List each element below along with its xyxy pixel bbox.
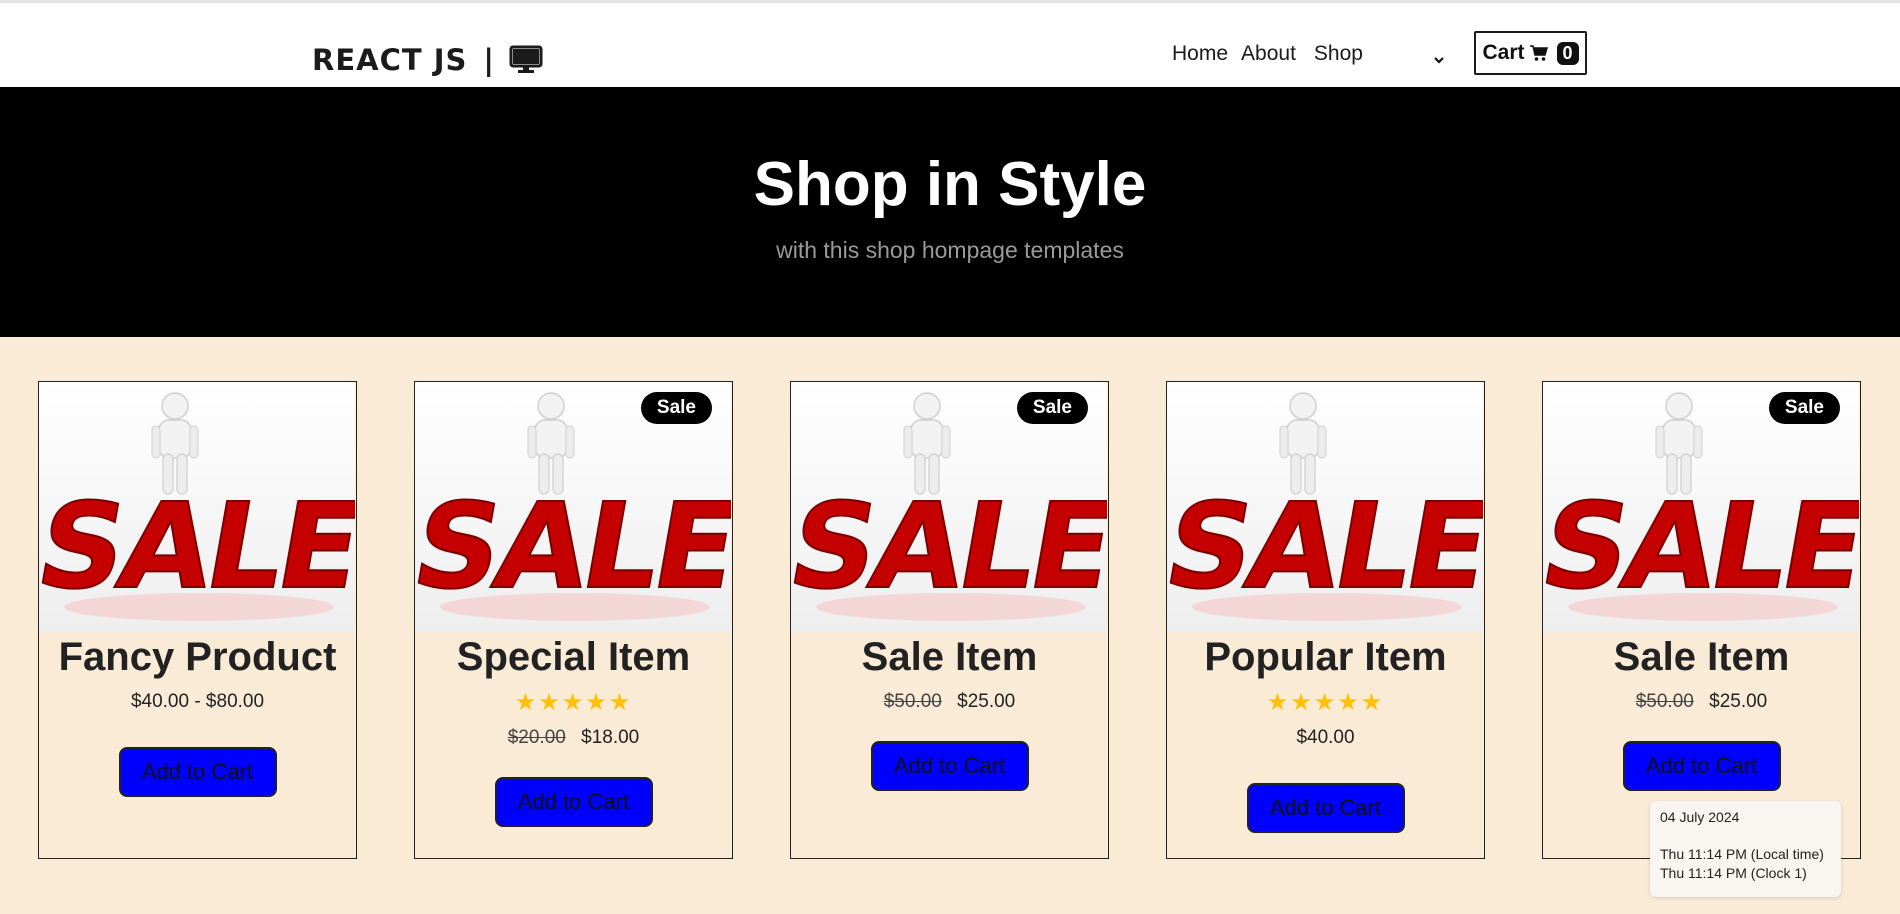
nav-shop-link[interactable]: Shop [1314,42,1363,66]
desktop-monitor-icon [509,45,543,75]
sale-badge: Sale [1016,392,1088,424]
svg-text:SALE: SALE [1543,479,1859,616]
hero-title: Shop in Style [753,150,1147,219]
old-price: $50.00 [1635,691,1694,712]
current-price: $18.00 [581,727,640,748]
sale-badge: Sale [1768,392,1840,424]
star-icon: ★ [561,688,586,716]
svg-text:SALE: SALE [39,479,355,616]
chevron-down-icon[interactable] [1433,48,1445,64]
svg-text:SALE: SALE [791,479,1107,616]
product-image: SALE [39,382,355,632]
current-price: $40.00 - $80.00 [130,691,265,712]
product-card: SALE Sale Special Item ★★★★★ $20.00 $18.… [414,381,733,859]
star-icon: ★ [585,688,609,716]
add-to-cart-button[interactable]: Add to Cart [118,747,277,797]
product-card: SALE Sale Sale Item $50.00 $25.00 Add to… [790,381,1109,859]
star-icon: ★ [1337,688,1361,716]
shopping-cart-icon [1529,44,1549,62]
clock-date: 04 July 2024 [1660,809,1740,825]
product-price: $40.00 [1167,727,1484,749]
star-icon: ★ [538,688,562,716]
star-icon: ★ [514,688,539,716]
sale-graphic: SALE [39,382,355,632]
hero-subtitle: with this shop hompage templates [776,237,1124,263]
product-title: Popular Item [1204,635,1447,679]
star-icon: ★ [1266,688,1291,716]
product-price: $40.00 - $80.00 [39,691,356,713]
product-image: SALE [1167,382,1483,632]
product-title: Sale Item [1613,635,1790,679]
product-card: SALE Sale Sale Item $50.00 $25.00 Add to… [1542,381,1861,859]
star-icon: ★ [1290,688,1314,716]
star-rating: ★★★★★ [415,688,732,716]
add-to-cart-button[interactable]: Add to Cart [1622,741,1781,791]
product-grid: SALE Fancy Product $40.00 - $80.00 Add t… [38,381,1861,859]
star-icon: ★ [1360,688,1385,716]
product-title: Fancy Product [58,635,337,679]
nav-home-link[interactable]: Home [1172,42,1228,66]
add-to-cart-button[interactable]: Add to Cart [870,741,1029,791]
local-time: Thu 11:14 PM (Local time) [1660,846,1824,862]
svg-text:SALE: SALE [415,479,731,616]
add-to-cart-button[interactable]: Add to Cart [1246,783,1405,833]
product-price: $50.00 $25.00 [791,691,1108,713]
add-to-cart-button[interactable]: Add to Cart [494,777,653,827]
star-rating: ★★★★★ [1167,688,1484,716]
brand-logo[interactable]: REACT JS | [312,43,543,77]
svg-text:SALE: SALE [1167,479,1483,616]
product-price: $20.00 $18.00 [415,727,732,749]
star-icon: ★ [608,688,633,716]
product-title: Sale Item [861,635,1038,679]
navbar: REACT JS | Home About Shop Cart 0 [0,0,1900,87]
brand-text: REACT JS [312,43,468,77]
sale-badge: Sale [640,392,712,424]
old-price: $50.00 [883,691,942,712]
old-price: $20.00 [507,727,566,748]
sale-graphic: SALE [1167,382,1483,632]
nav-about-link[interactable]: About [1241,42,1296,66]
current-price: $25.00 [1709,691,1768,712]
product-title: Special Item [456,635,691,679]
star-icon: ★ [1313,688,1338,716]
cart-button[interactable]: Cart 0 [1474,31,1587,75]
brand-separator: | [483,43,496,77]
product-price: $50.00 $25.00 [1543,691,1860,713]
hero-banner: Shop in Style with this shop hompage tem… [0,87,1900,337]
cart-count-badge: 0 [1556,41,1579,65]
cart-label: Cart [1482,41,1525,64]
product-card: SALE Fancy Product $40.00 - $80.00 Add t… [38,381,357,859]
clock1-time: Thu 11:14 PM (Clock 1) [1660,865,1807,881]
product-card: SALE Popular Item ★★★★★ $40.00 Add to Ca… [1166,381,1485,859]
current-price: $40.00 [1296,727,1355,748]
current-price: $25.00 [957,691,1016,712]
nav-links: Home About Shop [1172,42,1445,66]
clock-popup: 04 July 2024 Thu 11:14 PM (Local time) T… [1650,801,1841,897]
